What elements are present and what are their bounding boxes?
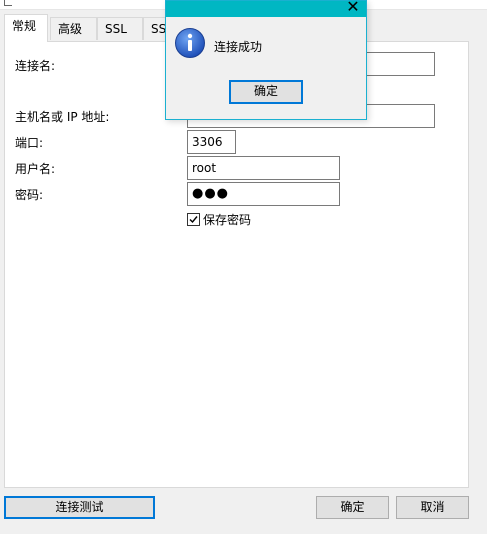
dialog-message: 连接成功 xyxy=(214,40,263,54)
password-label: 密码: xyxy=(15,188,44,202)
checkmark-icon xyxy=(189,216,198,224)
save-password-checkbox[interactable] xyxy=(187,213,200,226)
tab-ssh-label: SS xyxy=(151,22,167,36)
tab-ssl-label: SSL xyxy=(105,22,127,36)
connection-name-label: 连接名: xyxy=(15,59,56,73)
close-icon[interactable]: ✕ xyxy=(343,0,363,16)
test-connection-button[interactable]: 连接测试 xyxy=(4,496,155,519)
save-password-label[interactable]: 保存密码 xyxy=(203,213,251,227)
window-icon xyxy=(4,0,12,6)
username-input[interactable]: root xyxy=(187,156,340,180)
username-label: 用户名: xyxy=(15,162,56,176)
cancel-button[interactable]: 取消 xyxy=(396,496,469,519)
tab-general-label: 常规 xyxy=(12,19,37,33)
port-label: 端口: xyxy=(15,136,44,150)
tab-advanced[interactable]: 高级 xyxy=(50,17,97,40)
info-icon xyxy=(175,28,205,58)
host-label: 主机名或 IP 地址: xyxy=(15,110,110,124)
dialog-ok-button[interactable]: 确定 xyxy=(229,80,303,104)
dialog-titlebar xyxy=(166,1,366,17)
password-input[interactable]: ●●● xyxy=(187,182,340,206)
ok-button[interactable]: 确定 xyxy=(316,496,389,519)
tab-advanced-label: 高级 xyxy=(58,22,83,36)
tab-ssl[interactable]: SSL xyxy=(97,17,143,40)
message-dialog: ✕ 连接成功 确定 xyxy=(165,0,367,120)
tab-general[interactable]: 常规 xyxy=(4,14,48,42)
port-input[interactable]: 3306 xyxy=(187,130,236,154)
